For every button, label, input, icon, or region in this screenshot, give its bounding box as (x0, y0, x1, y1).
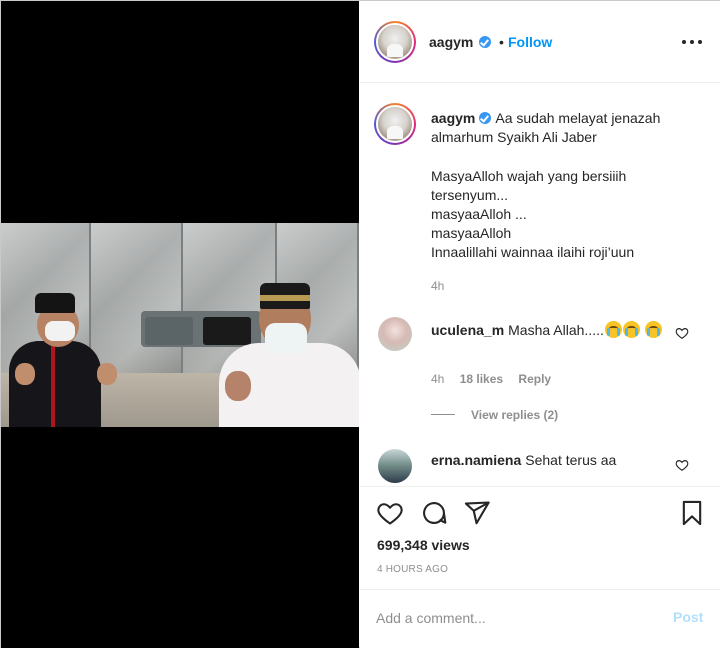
post-header: aagym • Follow (360, 1, 720, 83)
post-comment-button[interactable]: Post (673, 609, 703, 625)
heart-icon[interactable] (376, 499, 404, 527)
face-mask (265, 323, 307, 353)
avatar[interactable] (378, 317, 412, 351)
view-replies-button[interactable]: View replies (2) (431, 408, 558, 422)
like-comment-heart-icon[interactable] (675, 458, 689, 472)
username-link[interactable]: aagym (429, 34, 473, 50)
more-options-icon[interactable] (680, 31, 704, 51)
avatar[interactable] (374, 21, 416, 63)
comment-timestamp[interactable]: 4h (431, 372, 444, 386)
comment-body: Masha Allah..... (508, 322, 604, 338)
avatar-image (376, 105, 414, 143)
comment-body: Sehat terus aa (525, 452, 617, 468)
caption-body: MasyaAlloh wajah yang bersiiih tersenyum… (431, 168, 635, 260)
marble-wall (91, 223, 183, 373)
view-replies-label: View replies (2) (471, 408, 559, 422)
save-icon[interactable] (678, 499, 706, 527)
bench-seat (145, 317, 193, 345)
video-player[interactable] (1, 1, 359, 648)
person-stripe (51, 343, 55, 427)
post-actions: 699,348 views 4 HOURS AGO (360, 486, 720, 586)
comment-text: uculena_m Masha Allah..... (431, 320, 663, 340)
divider-line (431, 414, 455, 415)
person-cap (35, 293, 75, 313)
add-comment-bar: Post (360, 589, 720, 647)
username-link[interactable]: uculena_m (431, 322, 504, 338)
crying-face-icon (604, 321, 622, 338)
person-hand (97, 363, 117, 385)
comment-text: erna.namiena Sehat terus aa (431, 450, 663, 470)
follow-button[interactable]: Follow (508, 34, 552, 50)
avatar[interactable] (378, 449, 412, 483)
crying-face-icon (622, 321, 640, 338)
verified-badge-icon (479, 112, 492, 124)
comment-icon[interactable] (420, 499, 448, 527)
caption-text: aagym Aa sudah melayat jenazah almarhum S… (431, 109, 709, 262)
post-timestamp[interactable]: 4 HOURS AGO (377, 564, 448, 575)
video-frame[interactable] (1, 223, 359, 427)
cap-band (260, 295, 310, 301)
share-icon[interactable] (463, 499, 491, 527)
username-link[interactable]: erna.namiena (431, 452, 521, 468)
post-sidebar: aagym • Follow aagym Aa sudah melayat jen… (360, 1, 720, 648)
person-hand (225, 371, 251, 401)
comment-likes[interactable]: 18 likes (460, 372, 503, 386)
separator-dot: • (499, 34, 504, 50)
caption-timestamp[interactable]: 4h (431, 279, 444, 293)
like-comment-heart-icon[interactable] (675, 326, 689, 340)
comment-input[interactable] (376, 606, 656, 630)
person-hand (15, 363, 35, 385)
crying-face-icon (644, 321, 662, 338)
reply-button[interactable]: Reply (518, 372, 551, 386)
post-window: aagym • Follow aagym Aa sudah melayat jen… (0, 0, 720, 648)
verified-badge-icon (479, 36, 491, 48)
face-mask (45, 321, 75, 341)
avatar-image (376, 23, 414, 61)
waiting-bench (141, 311, 261, 347)
username-link[interactable]: aagym (431, 110, 475, 126)
bench-seat (203, 317, 251, 345)
comment-meta: 4h 18 likes Reply (431, 372, 563, 386)
view-count[interactable]: 699,348 views (377, 537, 470, 553)
avatar[interactable] (374, 103, 416, 145)
